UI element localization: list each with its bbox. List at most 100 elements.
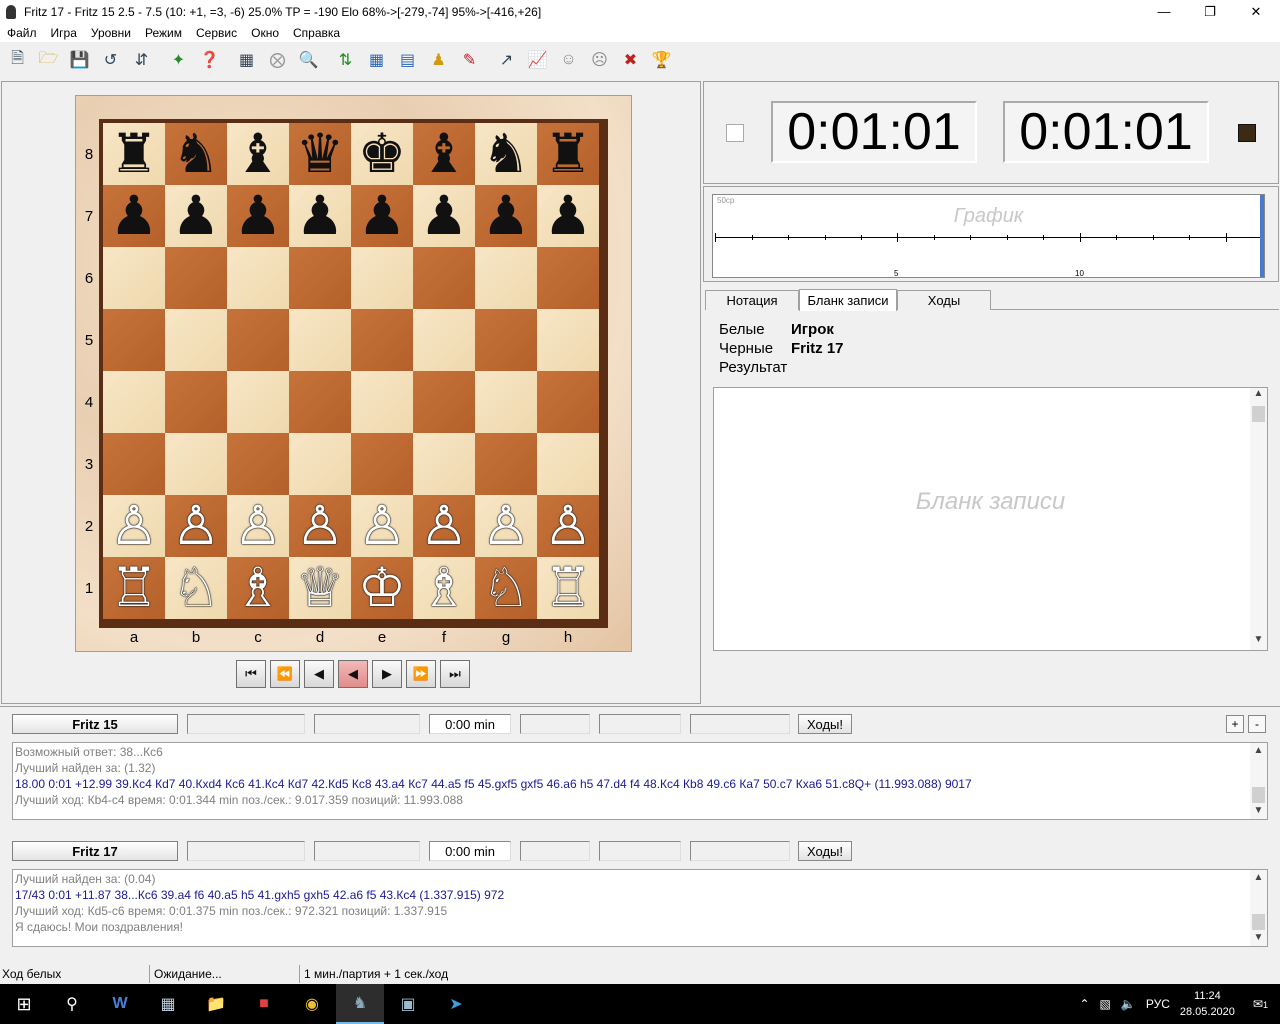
calculator-icon[interactable]: ▦ — [144, 984, 192, 1024]
trophy-icon[interactable]: 🏆 — [648, 47, 675, 74]
engine1-move-button[interactable]: Ходы! — [798, 714, 852, 734]
square-a2[interactable]: ♙ — [103, 495, 165, 557]
square-e2[interactable]: ♙ — [351, 495, 413, 557]
hint-wand-icon[interactable]: ✦ — [165, 47, 192, 74]
square-c6[interactable] — [227, 247, 289, 309]
square-a7[interactable]: ♟ — [103, 185, 165, 247]
square-a4[interactable] — [103, 371, 165, 433]
app-red-icon[interactable]: ■ — [240, 984, 288, 1024]
tab-scoresheet[interactable]: Бланк записи — [799, 289, 897, 311]
move-now-icon[interactable]: ⇅ — [332, 47, 359, 74]
scroll-up-icon[interactable]: ▲ — [1250, 388, 1267, 404]
square-g7[interactable]: ♟ — [475, 185, 537, 247]
minimize-button[interactable]: — — [1141, 0, 1187, 23]
square-e4[interactable] — [351, 371, 413, 433]
square-h5[interactable] — [537, 309, 599, 371]
engine2-move-button[interactable]: Ходы! — [798, 841, 852, 861]
black-rook-icon[interactable]: ♜ — [110, 127, 158, 181]
square-a6[interactable] — [103, 247, 165, 309]
scroll-thumb[interactable] — [1252, 914, 1265, 930]
tray-chevron-icon[interactable]: ⌃ — [1079, 997, 1089, 1011]
scroll-thumb[interactable] — [1252, 787, 1265, 803]
chess-board[interactable]: ♜ ♞ ♝ ♛ ♚ ♝ ♞ ♜ ♟ ♟ ♟ ♟ ♟ ♟ ♟ ♟ ♙ ♙ ♙ ♙ ♙ ♙ ♙ ♙ ♖ ♘ ♗ ♕ ♔ ♗ ♘ ♖ — [103, 123, 599, 619]
close-button[interactable]: ✕ — [1233, 0, 1279, 23]
layout-icon[interactable]: ▤ — [394, 47, 421, 74]
graph-scrollbar[interactable] — [1260, 195, 1264, 277]
white-bishop-icon[interactable]: ♗ — [420, 561, 468, 615]
pawn-icon[interactable]: ♟ — [425, 47, 452, 74]
tab-moves[interactable]: Ходы — [897, 290, 991, 310]
white-pawn-icon[interactable]: ♙ — [234, 499, 282, 553]
white-pawn-icon[interactable]: ♙ — [110, 499, 158, 553]
help-icon[interactable]: ❓ — [196, 47, 223, 74]
square-d3[interactable] — [289, 433, 351, 495]
chrome-icon[interactable]: ◉ — [288, 984, 336, 1024]
square-g2[interactable]: ♙ — [475, 495, 537, 557]
windows-start-icon[interactable]: ⊞ — [0, 984, 48, 1024]
square-c4[interactable] — [227, 371, 289, 433]
black-pawn-icon[interactable]: ♟ — [110, 189, 158, 243]
square-d6[interactable] — [289, 247, 351, 309]
open-folder-icon[interactable]: 🗁 — [35, 47, 62, 74]
menu-window[interactable]: Окно — [244, 26, 286, 40]
black-pawn-icon[interactable]: ♟ — [482, 189, 530, 243]
engine1-scrollbar[interactable]: ▲ ▼ — [1250, 743, 1267, 819]
first-move-button[interactable]: ⏮ — [236, 660, 266, 688]
search-icon[interactable]: 🔍 — [295, 47, 322, 74]
square-c5[interactable] — [227, 309, 289, 371]
volume-icon[interactable]: 🔈 — [1121, 997, 1136, 1011]
engine2-name-button[interactable]: Fritz 17 — [12, 841, 178, 861]
resign-icon[interactable]: ✖ — [617, 47, 644, 74]
square-e7[interactable]: ♟ — [351, 185, 413, 247]
language-indicator[interactable]: РУС — [1146, 997, 1170, 1011]
square-c3[interactable] — [227, 433, 289, 495]
black-knight-icon[interactable]: ♞ — [172, 127, 220, 181]
white-pawn-icon[interactable]: ♙ — [172, 499, 220, 553]
square-d4[interactable] — [289, 371, 351, 433]
last-move-button[interactable]: ⏭ — [440, 660, 470, 688]
square-b4[interactable] — [165, 371, 227, 433]
engine2-scrollbar[interactable]: ▲ ▼ — [1250, 870, 1267, 946]
square-b1[interactable]: ♘ — [165, 557, 227, 619]
square-f2[interactable]: ♙ — [413, 495, 475, 557]
menu-tools[interactable]: Сервис — [189, 26, 244, 40]
back-button[interactable]: ◀ — [304, 660, 334, 688]
scroll-down-icon[interactable]: ▼ — [1250, 803, 1267, 819]
square-h3[interactable] — [537, 433, 599, 495]
white-knight-icon[interactable]: ♘ — [482, 561, 530, 615]
black-queen-icon[interactable]: ♛ — [296, 127, 344, 181]
sad-icon[interactable]: ☹ — [586, 47, 613, 74]
square-d1[interactable]: ♕ — [289, 557, 351, 619]
remove-engine-button[interactable]: - — [1248, 715, 1266, 733]
black-bishop-icon[interactable]: ♝ — [420, 127, 468, 181]
black-pawn-icon[interactable]: ♟ — [420, 189, 468, 243]
square-f5[interactable] — [413, 309, 475, 371]
app-window-icon[interactable]: ▣ — [384, 984, 432, 1024]
white-rook-icon[interactable]: ♖ — [544, 561, 592, 615]
black-pawn-icon[interactable]: ♟ — [544, 189, 592, 243]
square-g1[interactable]: ♘ — [475, 557, 537, 619]
square-b6[interactable] — [165, 247, 227, 309]
square-g3[interactable] — [475, 433, 537, 495]
square-g5[interactable] — [475, 309, 537, 371]
menu-levels[interactable]: Уровни — [84, 26, 138, 40]
new-game-icon[interactable]: 🗎 — [4, 47, 31, 74]
pen-icon[interactable]: ✎ — [456, 47, 483, 74]
menu-game[interactable]: Игра — [44, 26, 84, 40]
black-pawn-icon[interactable]: ♟ — [172, 189, 220, 243]
scoresheet-scrollbar[interactable]: ▲ ▼ — [1250, 388, 1267, 650]
calendar-icon[interactable]: ▦ — [363, 47, 390, 74]
scroll-up-icon[interactable]: ▲ — [1250, 870, 1267, 886]
square-b3[interactable] — [165, 433, 227, 495]
white-pawn-icon[interactable]: ♙ — [420, 499, 468, 553]
smile-icon[interactable]: ☺ — [555, 47, 582, 74]
menu-mode[interactable]: Режим — [138, 26, 189, 40]
scoresheet-panel[interactable]: Бланк записи ▲ ▼ — [713, 387, 1268, 651]
square-f8[interactable]: ♝ — [413, 123, 475, 185]
square-e1[interactable]: ♔ — [351, 557, 413, 619]
square-d5[interactable] — [289, 309, 351, 371]
black-pawn-icon[interactable]: ♟ — [296, 189, 344, 243]
black-rook-icon[interactable]: ♜ — [544, 127, 592, 181]
file-explorer-icon[interactable]: 📁 — [192, 984, 240, 1024]
square-g6[interactable] — [475, 247, 537, 309]
